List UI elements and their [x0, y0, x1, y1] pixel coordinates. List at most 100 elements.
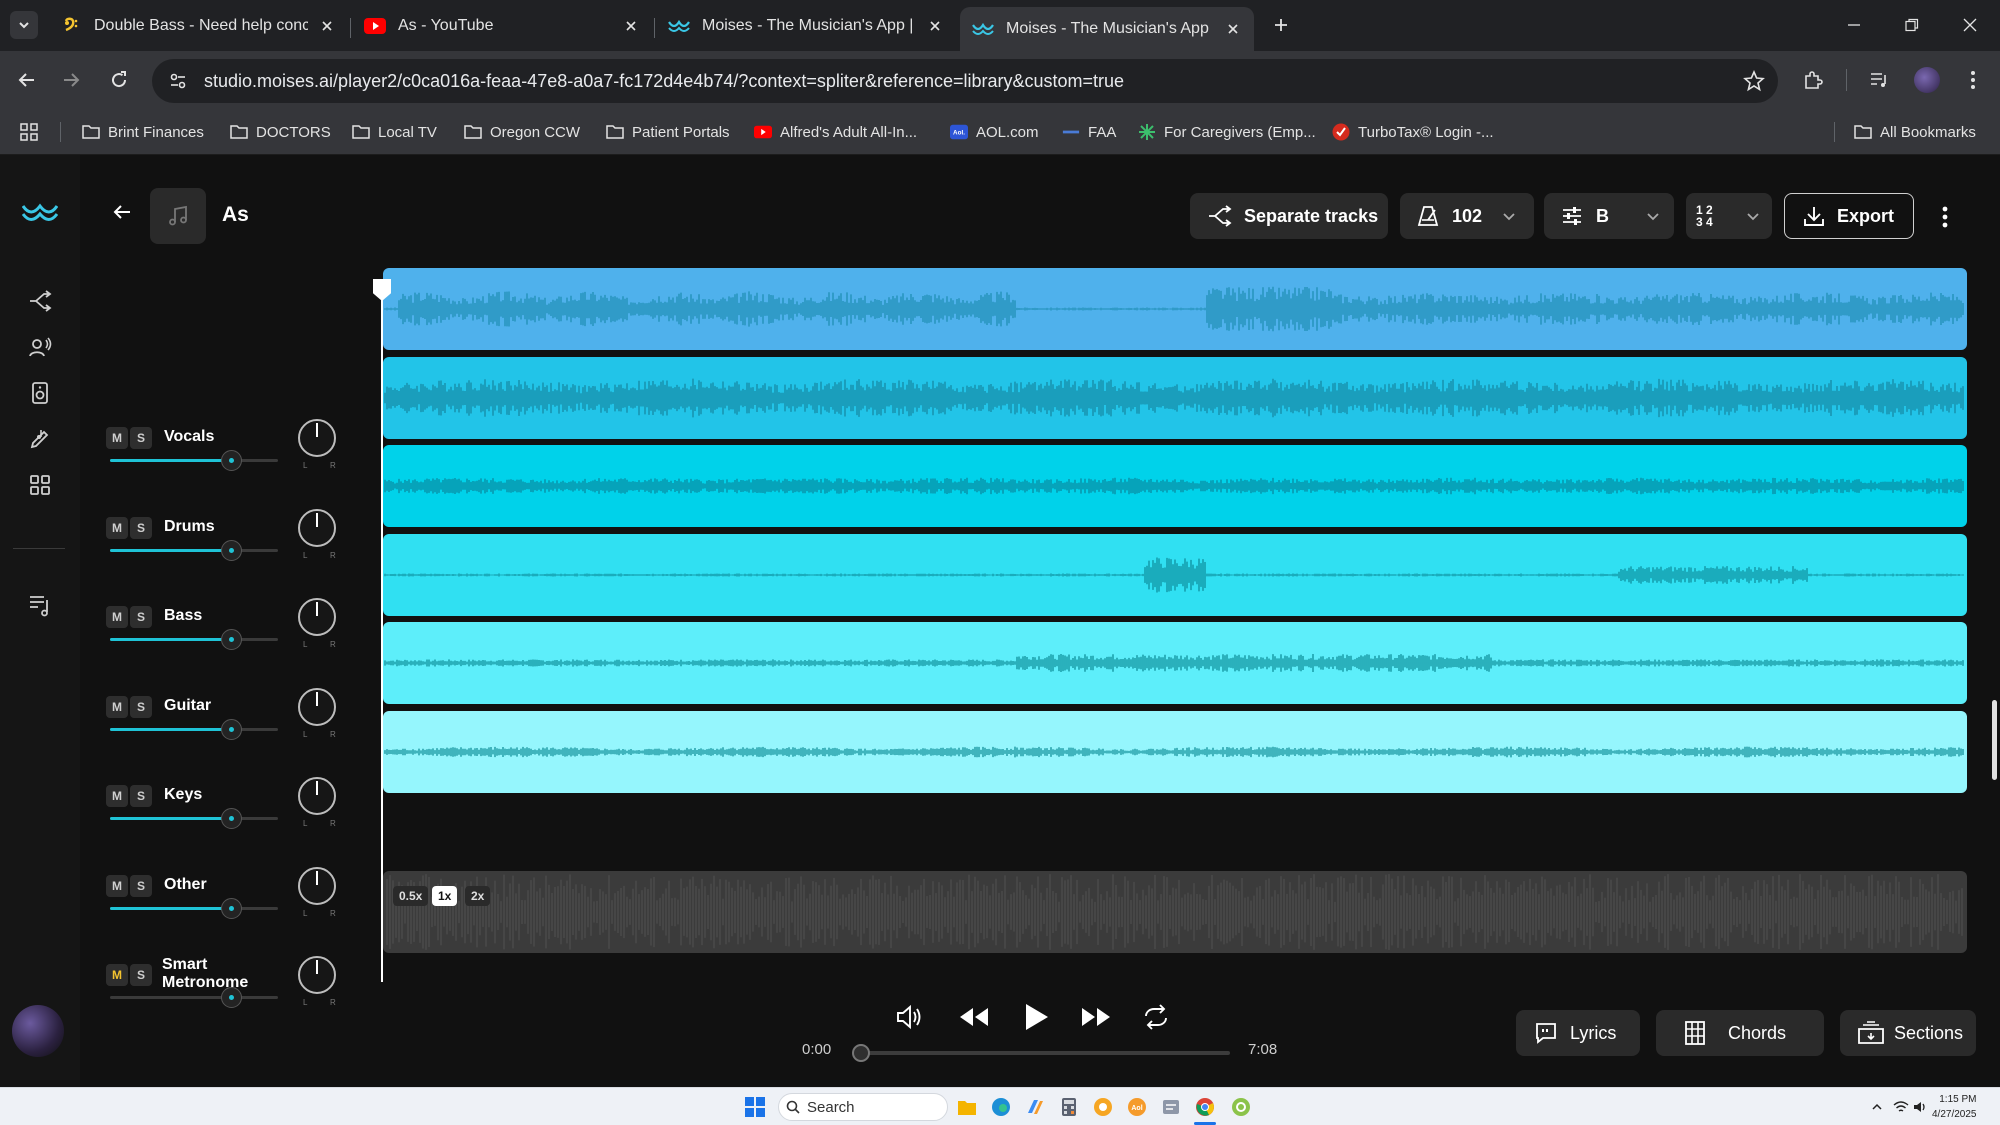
forward-button[interactable] [56, 65, 86, 95]
solo-button[interactable]: S [130, 695, 152, 718]
address-bar[interactable]: studio.moises.ai/player2/c0ca016a-feaa-4… [152, 59, 1778, 103]
volume-slider[interactable] [110, 987, 278, 1008]
bookmark-faa[interactable]: FAA [1062, 119, 1116, 145]
tab-search-button[interactable] [10, 11, 38, 39]
bookmark-caregivers[interactable]: For Caregivers (Emp... [1138, 119, 1316, 145]
mute-button[interactable]: M [106, 695, 128, 718]
calculator-icon[interactable] [1058, 1096, 1080, 1118]
wifi-icon[interactable] [1890, 1096, 1912, 1118]
back-button[interactable] [12, 65, 42, 95]
taskbar-search[interactable]: Search [778, 1093, 948, 1121]
chords-button[interactable]: Chords [1656, 1010, 1824, 1056]
pan-knob[interactable] [298, 508, 336, 547]
mute-button[interactable]: M [106, 516, 128, 539]
minimize-button[interactable] [1834, 10, 1874, 40]
taskbar-clock[interactable]: 1:15 PM 4/27/2025 [1932, 1092, 1977, 1122]
volume-button[interactable] [890, 997, 930, 1037]
pan-knob[interactable] [298, 598, 336, 636]
export-button[interactable]: Export [1784, 193, 1914, 239]
seek-thumb[interactable] [852, 1044, 870, 1062]
copilot-icon[interactable] [1024, 1096, 1046, 1118]
solo-button[interactable]: S [130, 427, 152, 449]
volume-slider[interactable] [110, 718, 278, 740]
close-icon[interactable] [1224, 20, 1242, 38]
playhead-line[interactable] [381, 279, 383, 982]
solo-button[interactable]: S [130, 516, 152, 539]
moises-logo[interactable] [22, 195, 58, 231]
metronome-lane[interactable]: 0.5x 1x 2x [383, 871, 1967, 953]
mute-button[interactable]: M [106, 874, 128, 897]
file-explorer-icon[interactable] [956, 1096, 978, 1118]
bookmark-alfreds[interactable]: Alfred's Adult All-In... [754, 119, 917, 145]
volume-thumb[interactable] [220, 539, 242, 561]
reload-button[interactable] [104, 65, 134, 95]
apps-button[interactable] [20, 119, 46, 145]
volume-thumb[interactable] [220, 897, 242, 919]
time-signature-selector[interactable]: 1 2 3 4 [1686, 193, 1772, 239]
notepad-icon[interactable] [1160, 1096, 1182, 1118]
pan-knob[interactable] [298, 687, 336, 726]
bookmark-turbotax[interactable]: TurboTax® Login -... [1332, 119, 1494, 145]
url-text[interactable]: studio.moises.ai/player2/c0ca016a-feaa-4… [204, 71, 1124, 92]
fast-forward-button[interactable] [1076, 997, 1116, 1037]
pan-knob[interactable] [298, 956, 336, 994]
volume-slider[interactable] [110, 629, 278, 650]
volume-slider[interactable] [110, 450, 278, 471]
pan-knob[interactable] [298, 866, 336, 905]
browser-tab-2[interactable]: As - YouTube [352, 7, 652, 44]
bookmark-local-tv[interactable]: Local TV [352, 119, 437, 145]
volume-thumb[interactable] [220, 808, 242, 829]
bookmark-brint-finances[interactable]: Brint Finances [82, 119, 204, 145]
mute-button[interactable]: M [106, 606, 128, 628]
waveform-lane-vocals[interactable] [383, 268, 1967, 350]
solo-button[interactable]: S [130, 785, 152, 807]
volume-thumb[interactable] [220, 450, 242, 471]
waveform-lane-drums[interactable] [383, 356, 1967, 439]
close-icon[interactable] [622, 17, 640, 35]
nav-apps[interactable] [22, 467, 58, 503]
metronome-speed-1x[interactable]: 1x [432, 886, 458, 906]
waveform-lane-other[interactable] [383, 710, 1967, 793]
close-window-button[interactable] [1950, 10, 1990, 40]
bookmark-oregon-ccw[interactable]: Oregon CCW [464, 119, 580, 145]
key-selector[interactable]: B [1544, 193, 1674, 239]
user-avatar[interactable] [12, 1005, 64, 1057]
extensions-button[interactable] [1798, 65, 1828, 95]
waveform-lane-keys[interactable] [383, 622, 1967, 704]
bookmark-patient-portals[interactable]: Patient Portals [606, 119, 730, 145]
nav-voice[interactable] [22, 329, 58, 365]
pan-knob[interactable] [298, 777, 336, 815]
app-icon-green[interactable] [1230, 1096, 1252, 1118]
mute-button[interactable]: M [106, 964, 128, 986]
browser-tab-4-active[interactable]: Moises - The Musician's App | F [960, 7, 1254, 51]
metronome-speed-0-5x[interactable]: 0.5x [393, 886, 429, 906]
more-options-button[interactable] [1930, 199, 1960, 235]
waveform-lane-bass[interactable] [383, 445, 1967, 527]
nav-mastering[interactable] [22, 375, 58, 411]
volume-slider[interactable] [110, 539, 278, 561]
volume-slider[interactable] [110, 897, 278, 919]
browser-tab-3[interactable]: Moises - The Musician's App | F [656, 7, 956, 44]
rewind-button[interactable] [954, 997, 994, 1037]
waveform-lane-guitar[interactable] [383, 533, 1967, 616]
volume-thumb[interactable] [220, 987, 242, 1008]
aol-app-icon[interactable]: Aol [1126, 1096, 1148, 1118]
seek-bar[interactable] [860, 1051, 1230, 1055]
site-settings-icon[interactable] [158, 61, 198, 101]
nav-separate[interactable] [22, 283, 58, 319]
nav-lyrics-writer[interactable] [22, 421, 58, 457]
volume-thumb[interactable] [220, 718, 242, 740]
play-button[interactable] [1016, 997, 1056, 1037]
bookmark-aol[interactable]: Aol. AOL.com [950, 119, 1039, 145]
media-controls-button[interactable] [1864, 65, 1894, 95]
sections-button[interactable]: Sections [1840, 1010, 1976, 1056]
new-tab-button[interactable] [1268, 12, 1294, 38]
back-button[interactable] [106, 196, 138, 228]
nav-setlists[interactable] [22, 587, 58, 623]
restore-button[interactable] [1892, 10, 1932, 40]
solo-button[interactable]: S [130, 964, 152, 986]
bookmark-star-icon[interactable] [1740, 67, 1768, 95]
separate-tracks-button[interactable]: Separate tracks [1190, 193, 1388, 239]
edge-icon[interactable] [990, 1096, 1012, 1118]
solo-button[interactable]: S [130, 606, 152, 628]
